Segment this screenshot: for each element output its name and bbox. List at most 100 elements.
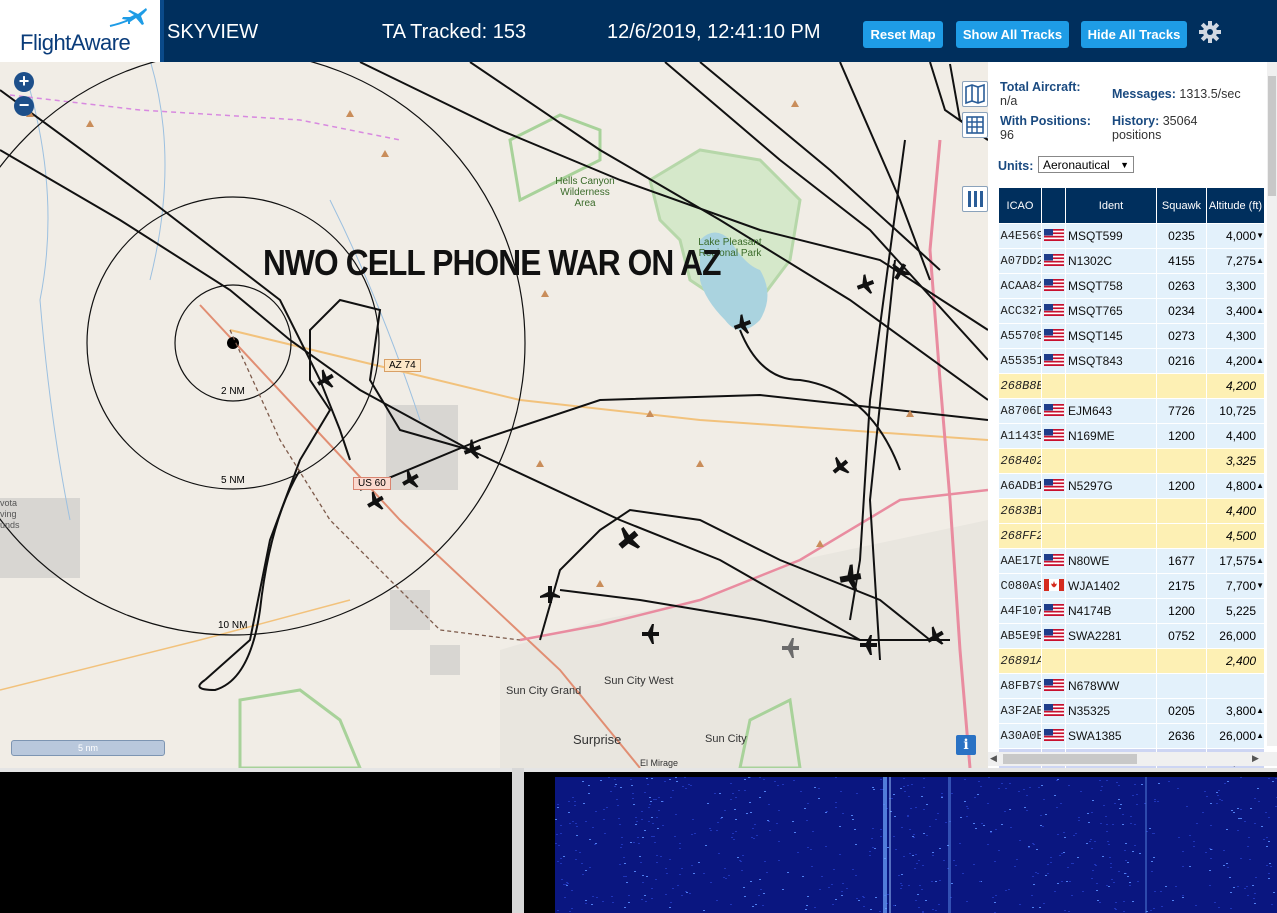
altitude-cell: 4,200 [1206,373,1265,399]
columns-button[interactable] [962,186,988,212]
table-row[interactable]: A8706D EJM643 7726 10,725 [998,398,1265,424]
map-view[interactable]: 2 NM 5 NM 10 NM AZ 74 US 60 Hells Canyon… [0,62,988,768]
table-row[interactable]: AAE17D N80WE 1677 17,575 ▲ [998,548,1265,574]
table-row[interactable]: A11435 N169ME 1200 4,400 [998,423,1265,449]
flag-cell [1041,448,1066,474]
table-row[interactable]: A3F2AE N35325 0205 3,800 ▲ [998,698,1265,724]
flag-cell [1041,473,1066,499]
icao-cell: A8FB79 [998,673,1042,699]
column-header-altitude[interactable]: Altitude (ft) [1206,187,1265,224]
table-row[interactable]: A8FB79 N678WW [998,673,1265,699]
us-flag-icon [1043,678,1064,691]
altitude-cell: 3,300 [1206,273,1265,299]
table-row[interactable]: 268B8B 4,200 [998,373,1265,399]
with-positions-value: 96 [1000,128,1014,142]
units-label: Units: [998,159,1034,173]
squawk-cell: 0205 [1156,698,1207,724]
altitude-cell: 5,225 [1206,598,1265,624]
flightaware-logo[interactable]: FlightAware [0,0,164,62]
flag-cell [1041,623,1066,649]
altitude-trend-icon: ▲ [1256,356,1264,365]
squawk-cell: 2636 [1156,723,1207,749]
table-row[interactable]: 2683B1 4,400 [998,498,1265,524]
flag-cell [1041,573,1066,599]
map-canvas[interactable] [0,62,988,768]
reset-map-button[interactable]: Reset Map [863,21,943,48]
table-row[interactable]: ACC327 MSQT765 0234 3,400 ▲ [998,298,1265,324]
header-bar: FlightAware SKYVIEW TA Tracked: 153 12/6… [0,0,1277,62]
zoom-out-button[interactable]: − [14,96,34,116]
flag-cell [1041,548,1066,574]
us-flag-icon [1043,478,1064,491]
table-row[interactable]: A6ADB1 N5297G 1200 4,800 ▲ [998,473,1265,499]
us-flag-icon [1043,728,1064,741]
column-header-icao[interactable]: ICAO [998,187,1042,224]
altitude-cell [1206,673,1265,699]
icao-cell: 2683B1 [998,498,1042,524]
place-label-left-edge: vota ving unds [0,498,20,530]
scroll-left-arrow-icon[interactable]: ◀ [990,753,997,764]
place-label-sun-city-west: Sun City West [604,675,674,687]
icao-cell: 268FF2 [998,523,1042,549]
flag-cell [1041,298,1066,324]
altitude-value: 3,800 [1225,704,1256,718]
icao-cell: A4F107 [998,598,1042,624]
scroll-right-arrow-icon[interactable]: ▶ [1252,753,1259,764]
settings-gear-icon[interactable] [1198,20,1222,44]
units-select[interactable]: Aeronautical ▼ [1038,156,1134,173]
dropdown-arrow-icon: ▼ [1120,160,1129,170]
panel-divider[interactable] [512,768,524,913]
altitude-cell: 7,700 ▼ [1206,573,1265,599]
us-flag-icon [1043,553,1064,566]
table-row[interactable]: 268FF2 4,500 [998,523,1265,549]
squawk-cell: 0234 [1156,298,1207,324]
horizontal-scrollbar-thumb[interactable] [1003,754,1137,764]
altitude-cell: 26,000 [1206,623,1265,649]
table-row[interactable]: A4E569 MSQT599 0235 4,000 ▼ [998,223,1265,249]
altitude-cell: 3,325 [1206,448,1265,474]
altitude-trend-icon: ▲ [1256,256,1264,265]
squawk-cell [1156,498,1207,524]
ident-cell [1065,448,1157,474]
squawk-cell: 2175 [1156,573,1207,599]
table-header: ICAO Ident Squawk Altitude (ft) [998,187,1265,224]
flag-cell [1041,273,1066,299]
table-row[interactable]: 26891A 2,400 [998,648,1265,674]
map-layers-button[interactable] [962,81,988,107]
squawk-cell [1156,448,1207,474]
table-row[interactable]: C080A9 WJA1402 2175 7,700 ▼ [998,573,1265,599]
table-row[interactable]: ACAA84 MSQT758 0263 3,300 [998,273,1265,299]
squawk-cell: 0263 [1156,273,1207,299]
range-label-2nm: 2 NM [221,386,245,397]
altitude-value: 17,575 [1219,554,1256,568]
altitude-trend-icon: ▲ [1256,556,1264,565]
table-row[interactable]: A30A0E SWA1385 2636 26,000 ▲ [998,723,1265,749]
map-icon [965,83,985,105]
squawk-cell: 0752 [1156,623,1207,649]
squawk-cell: 0235 [1156,223,1207,249]
table-row[interactable]: AB5E9B SWA2281 0752 26,000 [998,623,1265,649]
table-row[interactable]: 268402 3,325 [998,448,1265,474]
zoom-in-button[interactable]: + [14,72,34,92]
column-header-ident[interactable]: Ident [1065,187,1157,224]
column-header-squawk[interactable]: Squawk [1156,187,1207,224]
datetime: 12/6/2019, 12:41:10 PM [607,21,821,43]
altitude-trend-icon: ▼ [1256,581,1264,590]
show-all-tracks-button[interactable]: Show All Tracks [956,21,1069,48]
altitude-value: 5,225 [1225,604,1256,618]
table-row[interactable]: A55708 MSQT145 0273 4,300 [998,323,1265,349]
us-flag-icon [1043,628,1064,641]
hide-all-tracks-button[interactable]: Hide All Tracks [1081,21,1187,48]
table-row[interactable]: A07DD2 N1302C 4155 7,275 ▲ [998,248,1265,274]
aircraft-table: ICAO Ident Squawk Altitude (ft) A4E569 MS… [998,187,1265,768]
table-row[interactable]: A55351 MSQT843 0216 4,200 ▲ [998,348,1265,374]
vertical-scrollbar-thumb[interactable] [1268,76,1276,196]
column-header-flag[interactable] [1041,187,1066,224]
map-grid-button[interactable] [962,112,988,138]
info-button[interactable]: i [956,735,976,755]
icao-cell: AB5E9B [998,623,1042,649]
altitude-value: 4,200 [1225,379,1256,393]
altitude-cell: 10,725 [1206,398,1265,424]
table-row[interactable]: A4F107 N4174B 1200 5,225 [998,598,1265,624]
squawk-cell: 0216 [1156,348,1207,374]
